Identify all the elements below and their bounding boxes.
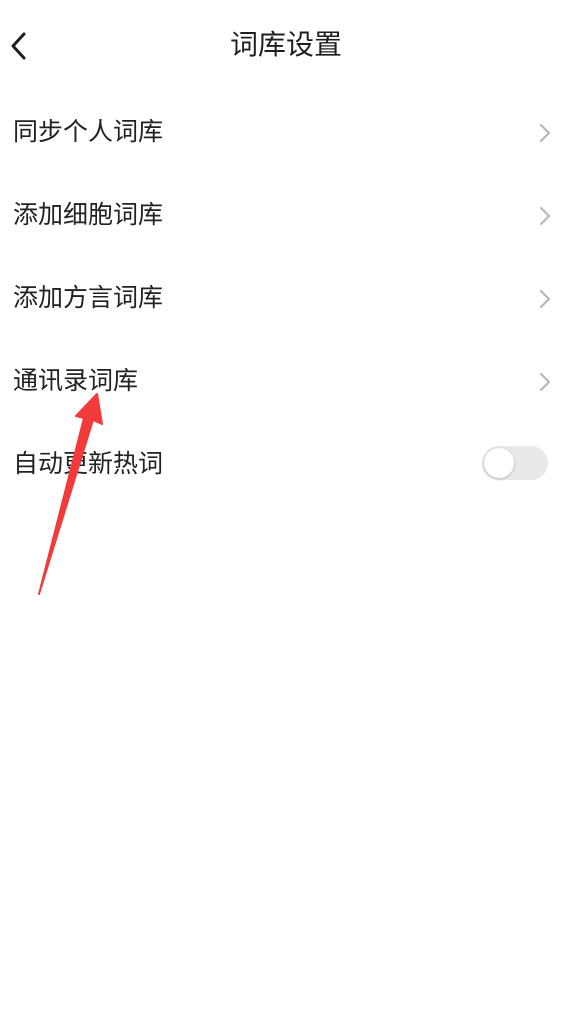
setting-row-contacts-dict[interactable]: 通讯录词库 [0,341,572,424]
top-bar: 词库设置 [0,0,572,90]
toggle-knob [484,448,514,478]
setting-row-add-cell-dict[interactable]: 添加细胞词库 [0,175,572,258]
settings-list: 同步个人词库 添加细胞词库 添加方言词库 通讯录词库 自动更新热词 [0,92,572,507]
page-title: 词库设置 [229,28,342,61]
chevron-right-icon [540,124,550,142]
setting-label: 自动更新热词 [13,449,164,478]
chevron-right-icon [540,373,550,391]
setting-row-sync-personal-dict[interactable]: 同步个人词库 [0,92,572,175]
auto-update-toggle[interactable] [482,446,548,480]
chevron-right-icon [540,290,550,308]
setting-row-auto-update-hot-words: 自动更新热词 [0,424,572,507]
chevron-right-icon [540,207,550,225]
setting-row-add-dialect-dict[interactable]: 添加方言词库 [0,258,572,341]
setting-label: 通讯录词库 [13,366,139,395]
setting-label: 同步个人词库 [13,117,164,146]
setting-label: 添加方言词库 [13,283,164,312]
setting-label: 添加细胞词库 [13,200,164,229]
